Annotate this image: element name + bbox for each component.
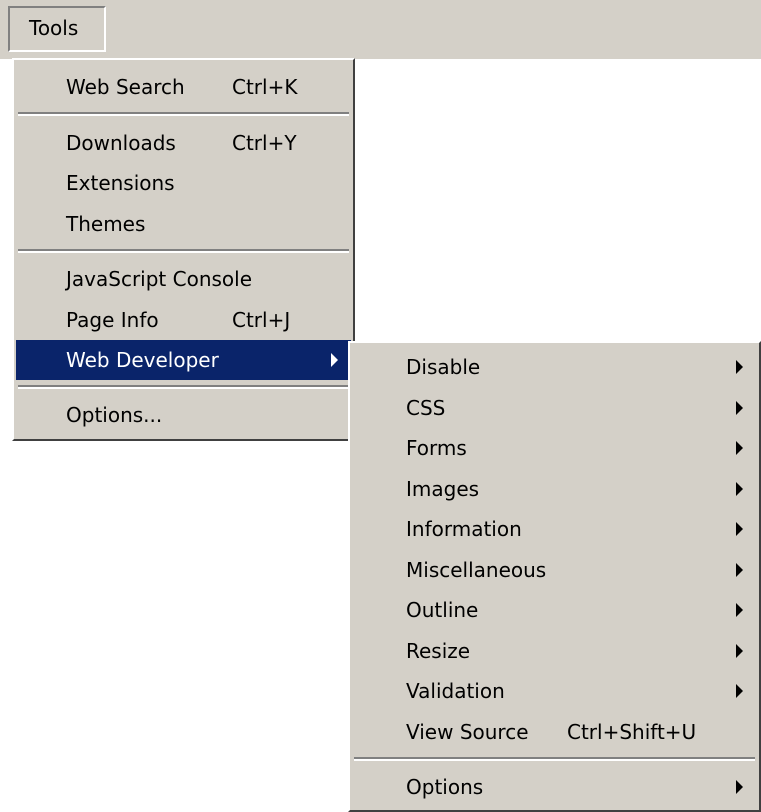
menu-item-webdev-options[interactable]: Options [352,767,757,807]
menu-item-label: Options... [66,403,163,427]
menu-item-label: Extensions [66,171,175,195]
submenu-arrow-icon [736,482,743,496]
menu-separator [18,249,349,253]
submenu-arrow-icon [331,353,338,367]
menu-item-label: Resize [406,639,471,663]
submenu-arrow-icon [736,644,743,658]
menu-item-shortcut: Ctrl+K [232,75,298,99]
menu-item-label: Information [406,517,522,541]
menu-item-options[interactable]: Options... [16,395,351,435]
tools-menu: Web Search Ctrl+K Downloads Ctrl+Y Exten… [12,58,355,441]
menu-item-css[interactable]: CSS [352,388,757,428]
menu-item-label: Miscellaneous [406,558,547,582]
menu-item-label: Images [406,477,480,501]
menu-item-web-search[interactable]: Web Search Ctrl+K [16,67,351,107]
menu-item-forms[interactable]: Forms [352,428,757,468]
menu-item-downloads[interactable]: Downloads Ctrl+Y [16,123,351,163]
web-developer-submenu: Disable CSS Forms Images Information Mis… [348,341,761,812]
menu-item-view-source[interactable]: View Source Ctrl+Shift+U [352,712,757,752]
submenu-arrow-icon [736,360,743,374]
submenu-arrow-icon [736,684,743,698]
menu-item-label: Outline [406,598,479,622]
menu-item-javascript-console[interactable]: JavaScript Console [16,259,351,299]
submenu-arrow-icon [736,401,743,415]
menu-item-validation[interactable]: Validation [352,671,757,711]
submenu-arrow-icon [736,780,743,794]
menu-item-miscellaneous[interactable]: Miscellaneous [352,550,757,590]
menu-item-shortcut: Ctrl+J [232,308,291,332]
menu-item-label: Forms [406,436,467,460]
menu-item-shortcut: Ctrl+Shift+U [567,720,697,744]
menu-item-label: Validation [406,679,505,703]
menu-bar: Tools [0,0,761,59]
menu-item-label: Themes [66,212,146,236]
menu-separator [354,757,755,761]
submenu-arrow-icon [736,563,743,577]
menu-item-disable[interactable]: Disable [352,347,757,387]
menu-item-label: CSS [406,396,446,420]
menu-item-label: Page Info [66,308,159,332]
menu-item-label: Web Developer [66,348,219,372]
menu-item-web-developer[interactable]: Web Developer [16,340,351,380]
menu-item-information[interactable]: Information [352,509,757,549]
menu-tools-label: Tools [29,16,79,40]
menu-item-resize[interactable]: Resize [352,631,757,671]
menu-separator [18,112,349,116]
menu-item-label: View Source [406,720,529,744]
menu-item-label: Downloads [66,131,176,155]
menu-item-themes[interactable]: Themes [16,204,351,244]
submenu-arrow-icon [736,603,743,617]
submenu-arrow-icon [736,522,743,536]
submenu-arrow-icon [736,441,743,455]
menu-item-shortcut: Ctrl+Y [232,131,297,155]
menu-item-label: Options [406,775,484,799]
menu-item-outline[interactable]: Outline [352,590,757,630]
menu-item-page-info[interactable]: Page Info Ctrl+J [16,300,351,340]
menu-item-label: Disable [406,355,481,379]
menu-item-extensions[interactable]: Extensions [16,163,351,203]
menu-item-label: Web Search [66,75,185,99]
menu-separator [18,385,349,389]
menu-item-images[interactable]: Images [352,469,757,509]
menu-tools[interactable]: Tools [8,6,106,52]
menu-item-label: JavaScript Console [66,267,253,291]
